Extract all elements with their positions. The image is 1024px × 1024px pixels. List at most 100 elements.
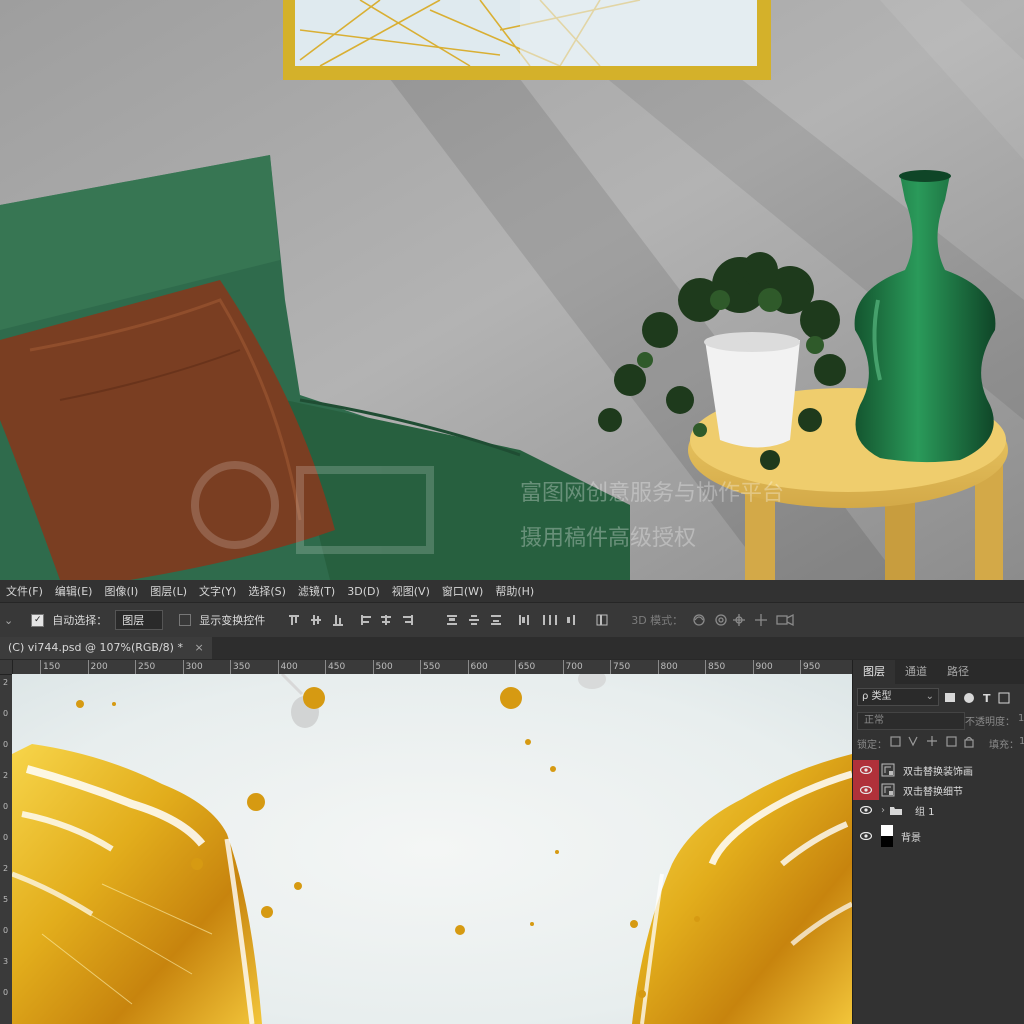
layer-name: 双击替换装饰画 <box>903 766 973 778</box>
lock-icons[interactable] <box>889 735 979 749</box>
fill-value[interactable]: 1 <box>1019 736 1024 747</box>
layers-panel: 图层 通道 路径 ρ 类型 ⌄ T 正常 不透明度： 1 锁定： 填充： 1 双击替… <box>852 660 1024 1024</box>
ruler-tick-label: 200 <box>87 660 108 674</box>
show-transform-checkbox[interactable] <box>179 614 192 626</box>
menu-item[interactable]: 文字(Y) <box>193 583 242 599</box>
room-mockup-scene: 富图网创意服务与协作平台 摄用稿件高级授权 <box>0 0 1024 580</box>
ruler-tick-label: 0 <box>3 833 9 842</box>
menu-item[interactable]: 窗口(W) <box>436 583 489 599</box>
auto-select-label: 自动选择： <box>52 614 108 627</box>
layer-thumbnail-icon <box>881 825 893 847</box>
layer-filter-label: ρ 类型 <box>862 691 892 702</box>
ruler-tick-label: 0 <box>3 709 9 718</box>
photoshop-window: 文件(F) 编辑(E) 图像(I) 图层(L) 文字(Y) 选择(S) 滤镜(T) 3D(D)… <box>0 580 1024 1024</box>
layer-name: 背景 <box>901 832 921 844</box>
auto-align-icon[interactable] <box>595 612 609 628</box>
ruler-tick-label: 500 <box>372 660 393 674</box>
document-tab-title: (C) vi744.psd @ 107%(RGB/8) * <box>8 641 183 654</box>
canvas-artwork <box>12 674 852 1024</box>
vertical-ruler: 2 0 0 2 0 0 2 5 0 3 0 <box>0 674 12 1024</box>
smart-object-icon <box>881 783 895 797</box>
menu-item[interactable]: 图层(L) <box>144 583 193 599</box>
panel-tab[interactable]: 路径 <box>937 660 979 684</box>
ruler-tick-label: 0 <box>3 740 9 749</box>
visibility-eye-icon[interactable] <box>853 822 879 850</box>
horizontal-ruler: 150 200 250 300 350 400 450 500 550 600 650 700 750 8… <box>12 660 852 674</box>
layer-filter-dropdown[interactable]: ρ 类型 ⌄ <box>857 688 939 706</box>
gold-leaf-left <box>12 744 262 1024</box>
chevron-down-icon[interactable]: ⌄ <box>4 614 13 627</box>
ruler-tick-label: 0 <box>3 802 9 811</box>
menu-item[interactable]: 视图(V) <box>386 583 436 599</box>
ruler-tick-label: 150 <box>40 660 60 674</box>
filter-icons[interactable]: T <box>943 690 1023 706</box>
3d-mode-label: 3D 模式： <box>631 614 684 627</box>
menu-item[interactable]: 文件(F) <box>0 583 49 599</box>
ruler-tick-label: 5 <box>3 895 9 904</box>
gold-leaf-right <box>632 754 852 1024</box>
lock-label: 锁定： <box>857 740 887 751</box>
panel-tab[interactable]: 图层 <box>853 660 895 684</box>
ruler-tick-label: 2 <box>3 771 9 780</box>
ruler-tick-label: 450 <box>325 660 345 674</box>
auto-select-checkbox[interactable]: ✓ <box>31 613 45 627</box>
ruler-tick-label: 700 <box>562 660 583 674</box>
visibility-eye-icon[interactable] <box>853 800 879 820</box>
folder-icon: › <box>881 805 903 816</box>
layer-row[interactable]: 双击替换装饰画 <box>853 760 1024 780</box>
layer-row[interactable]: › 组 1 <box>853 800 1024 820</box>
align-distribute-icons[interactable] <box>287 612 587 628</box>
close-icon[interactable]: × <box>194 641 203 654</box>
ruler-tick-label: 750 <box>610 660 630 674</box>
ruler-tick-label: 650 <box>515 660 535 674</box>
smart-object-icon <box>881 763 895 777</box>
visibility-eye-icon[interactable] <box>853 780 879 800</box>
visibility-eye-icon[interactable] <box>853 760 879 780</box>
menu-item[interactable]: 编辑(E) <box>49 583 99 599</box>
layer-row[interactable]: 双击替换细节 <box>853 780 1024 800</box>
svg-text:T: T <box>983 692 991 705</box>
ruler-tick-label: 800 <box>657 660 678 674</box>
ruler-tick-label: 0 <box>3 926 9 935</box>
ruler-tick-label: 850 <box>705 660 725 674</box>
ruler-tick-label: 250 <box>135 660 155 674</box>
options-bar: ⌄ ✓ 自动选择： 图层 显示变换控件 3D 模式： <box>0 602 1024 638</box>
ruler-tick-label: 300 <box>182 660 203 674</box>
layer-name: 组 1 <box>915 806 935 818</box>
menu-item[interactable]: 帮助(H) <box>489 583 540 599</box>
panel-tab[interactable]: 通道 <box>895 660 937 684</box>
ruler-tick-label: 2 <box>3 678 9 687</box>
document-tab[interactable]: (C) vi744.psd @ 107%(RGB/8) * × <box>0 637 212 659</box>
menu-item[interactable]: 图像(I) <box>98 583 144 599</box>
document-tab-bar: (C) vi744.psd @ 107%(RGB/8) * × <box>0 637 1024 659</box>
ruler-tick-label: 950 <box>800 660 820 674</box>
menu-item[interactable]: 选择(S) <box>242 583 292 599</box>
watermark-line-1: 富图网创意服务与协作平台 <box>520 481 784 506</box>
menu-item[interactable]: 3D(D) <box>341 585 386 598</box>
ruler-origin[interactable] <box>0 660 13 675</box>
chevron-down-icon: ⌄ <box>925 691 934 702</box>
layer-row[interactable]: 背景 <box>853 822 1024 850</box>
fill-label: 填充： <box>989 740 1019 751</box>
show-transform-label: 显示变换控件 <box>199 614 266 627</box>
ruler-tick-label: 3 <box>3 957 9 966</box>
auto-select-dropdown[interactable]: 图层 <box>115 610 164 630</box>
blend-mode-value: 正常 <box>864 715 884 726</box>
menu-bar: 文件(F) 编辑(E) 图像(I) 图层(L) 文字(Y) 选择(S) 滤镜(T) 3D(D)… <box>0 580 1024 602</box>
3d-mode-icons[interactable] <box>691 612 801 628</box>
ruler-tick-label: 400 <box>277 660 298 674</box>
room-mockup-image: 富图网创意服务与协作平台 摄用稿件高级授权 <box>0 0 1024 580</box>
ruler-tick-label: 0 <box>3 988 9 997</box>
watermark-line-2: 摄用稿件高级授权 <box>520 526 696 551</box>
opacity-label: 不透明度： <box>965 717 1015 728</box>
menu-item[interactable]: 滤镜(T) <box>292 583 341 599</box>
ruler-tick-label: 550 <box>420 660 440 674</box>
blend-mode-dropdown[interactable]: 正常 <box>857 712 965 730</box>
ruler-tick-label: 2 <box>3 864 9 873</box>
opacity-value[interactable]: 1 <box>1018 713 1024 724</box>
ruler-tick-label: 900 <box>752 660 773 674</box>
panel-tabs: 图层 通道 路径 <box>853 660 1024 684</box>
ruler-tick-label: 350 <box>230 660 250 674</box>
document-canvas[interactable] <box>12 674 852 1024</box>
layer-name: 双击替换细节 <box>903 786 963 798</box>
